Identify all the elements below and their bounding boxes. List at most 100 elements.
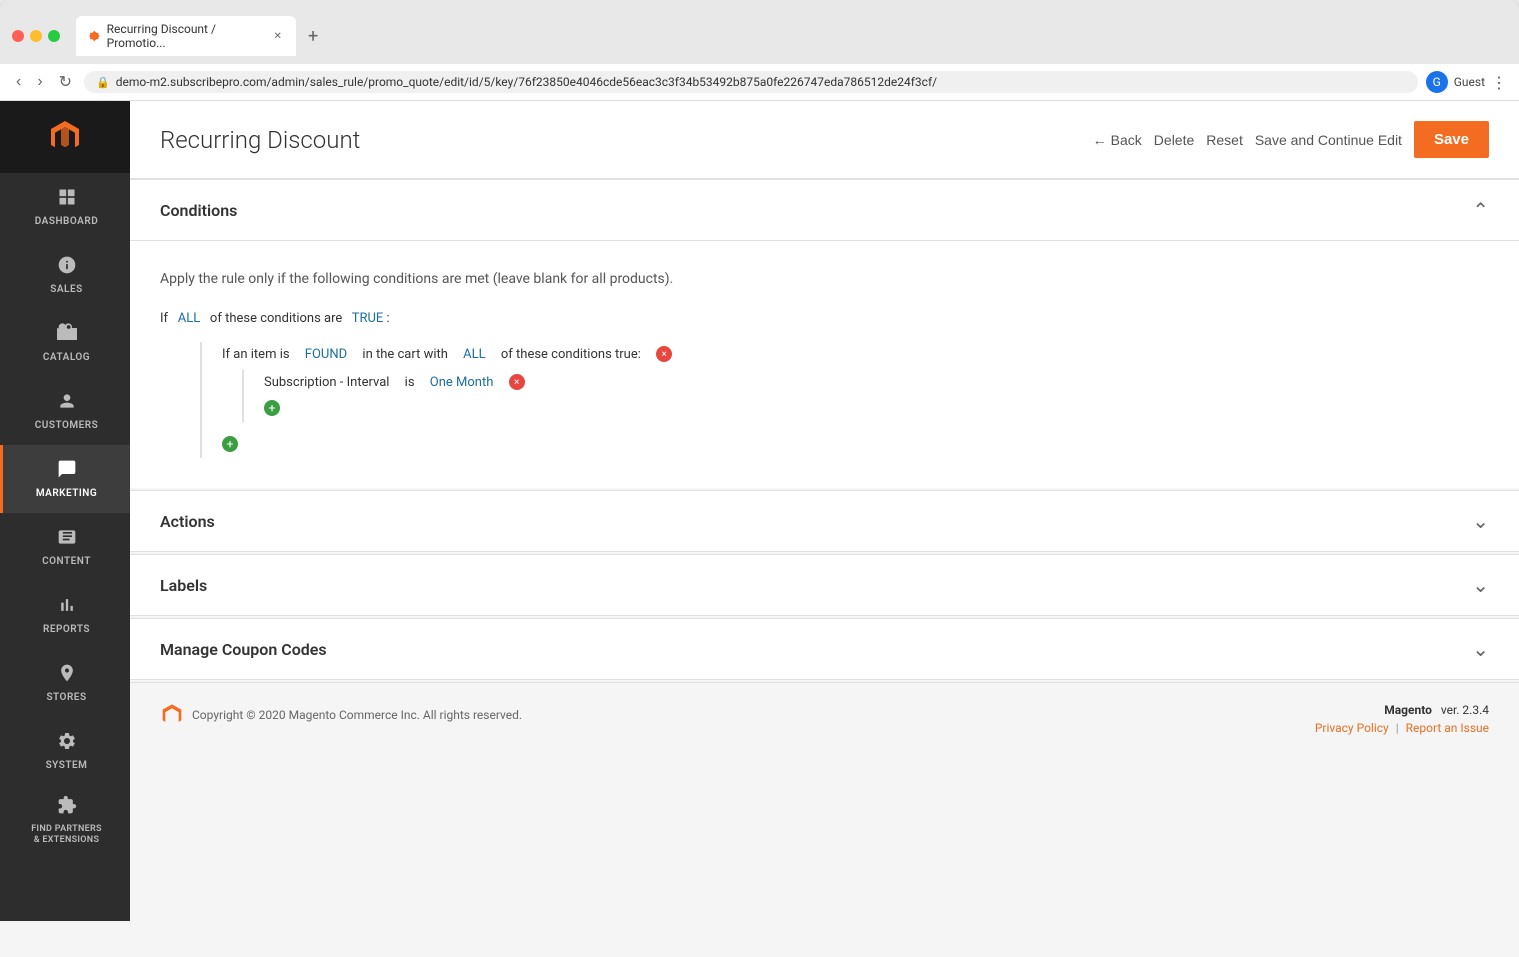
add-sub-rule-row: +	[222, 430, 1489, 458]
rule-middle-label: of these conditions are	[210, 311, 342, 326]
address-bar-row: ‹ › ↻ 🔒 demo-m2.subscribepro.com/admin/s…	[0, 64, 1519, 101]
system-icon	[57, 731, 77, 756]
sub-rule-all-link[interactable]: ALL	[463, 347, 485, 362]
page-body: Conditions ⌃ Apply the rule only if the …	[130, 179, 1519, 921]
add-condition-button[interactable]: +	[264, 400, 280, 416]
actions-header[interactable]: Actions ⌄	[130, 491, 1519, 552]
add-sub-rule-button[interactable]: +	[222, 436, 238, 452]
sub-rule-prefix: If an item is	[222, 347, 290, 362]
content-icon	[57, 527, 77, 552]
report-issue-link[interactable]: Report an Issue	[1406, 721, 1489, 735]
condition-label: Subscription - Interval	[264, 375, 389, 390]
marketing-icon	[57, 459, 77, 484]
extensions-icon	[57, 795, 77, 820]
sidebar-item-label-reports: REPORTS	[43, 624, 90, 635]
rule-all-link[interactable]: ALL	[178, 311, 200, 326]
sidebar-item-marketing[interactable]: MARKETING	[0, 445, 130, 513]
sidebar-item-system[interactable]: SYSTEM	[0, 717, 130, 785]
sidebar-item-sales[interactable]: SALES	[0, 241, 130, 309]
forward-nav-button[interactable]: ›	[33, 71, 46, 93]
labels-header[interactable]: Labels ⌄	[130, 555, 1519, 616]
tab-close-icon[interactable]: ✕	[271, 29, 284, 43]
sidebar-item-catalog[interactable]: CATALOG	[0, 309, 130, 377]
page-footer: Copyright © 2020 Magento Commerce Inc. A…	[130, 682, 1519, 755]
footer-copyright: Copyright © 2020 Magento Commerce Inc. A…	[160, 703, 522, 727]
back-nav-button[interactable]: ‹	[12, 71, 25, 93]
sidebar-item-label-sales: SALES	[50, 284, 82, 295]
remove-condition-button[interactable]: ×	[509, 374, 525, 390]
sidebar-item-label-dashboard: DASHBOARD	[35, 216, 98, 227]
url-text: demo-m2.subscribepro.com/admin/sales_rul…	[116, 75, 1406, 89]
page-title: Recurring Discount	[160, 126, 1077, 154]
condition-is: is	[405, 375, 415, 390]
sidebar-item-label-marketing: MARKETING	[36, 488, 97, 499]
copyright-text: Copyright © 2020 Magento Commerce Inc. A…	[192, 708, 522, 722]
tab-favicon	[88, 29, 101, 43]
sidebar-item-label-catalog: CATALOG	[43, 352, 90, 363]
sidebar-item-content[interactable]: CONTENT	[0, 513, 130, 581]
sidebar-item-label-stores: STORES	[46, 692, 86, 703]
app-container: DASHBOARD SALES CATALOG CUSTOMERS	[0, 101, 1519, 921]
close-button[interactable]	[12, 30, 24, 42]
conditions-title: Conditions	[160, 201, 237, 220]
conditions-main-rule: If ALL of these conditions are TRUE :	[160, 311, 1489, 326]
back-arrow-icon: ←	[1093, 132, 1107, 148]
conditions-level2: Subscription - Interval is One Month ×	[242, 370, 1489, 422]
sidebar-item-stores[interactable]: STORES	[0, 649, 130, 717]
sidebar: DASHBOARD SALES CATALOG CUSTOMERS	[0, 101, 130, 921]
reset-button[interactable]: Reset	[1206, 132, 1243, 148]
sidebar-item-customers[interactable]: CUSTOMERS	[0, 377, 130, 445]
sidebar-nav: DASHBOARD SALES CATALOG CUSTOMERS	[0, 173, 130, 856]
conditions-content: Apply the rule only if the following con…	[130, 241, 1519, 488]
sidebar-item-dashboard[interactable]: DASHBOARD	[0, 173, 130, 241]
save-button[interactable]: Save	[1414, 121, 1489, 158]
save-continue-button[interactable]: Save and Continue Edit	[1255, 132, 1402, 148]
header-actions: ← Back Delete Reset Save and Continue Ed…	[1093, 121, 1489, 158]
privacy-policy-link[interactable]: Privacy Policy	[1315, 721, 1389, 735]
dashboard-icon	[57, 187, 77, 212]
stores-icon	[57, 663, 77, 688]
sub-rule-middle: in the cart with	[362, 347, 448, 362]
rule-true-link[interactable]: TRUE	[352, 311, 384, 326]
new-tab-button[interactable]: +	[300, 22, 326, 51]
profile-icon: G	[1426, 71, 1448, 93]
actions-toggle-icon: ⌄	[1472, 509, 1489, 533]
main-content: Recurring Discount ← Back Delete Reset S…	[130, 101, 1519, 921]
profile-area: G Guest ⋮	[1426, 71, 1507, 93]
sidebar-item-find-partners[interactable]: FIND PARTNERS& EXTENSIONS	[0, 785, 130, 856]
conditions-level1: If an item is FOUND in the cart with ALL…	[200, 342, 1489, 458]
footer-right: Magento ver. 2.3.4 Privacy Policy | Repo…	[1315, 703, 1489, 735]
footer-separator: |	[1396, 721, 1399, 735]
subscription-interval-condition: Subscription - Interval is One Month ×	[264, 370, 1489, 394]
coupon-header[interactable]: Manage Coupon Codes ⌄	[130, 619, 1519, 680]
sidebar-item-label-customers: CUSTOMERS	[35, 420, 98, 431]
sub-rule-found-link[interactable]: FOUND	[305, 347, 347, 362]
delete-button[interactable]: Delete	[1154, 132, 1194, 148]
reload-button[interactable]: ↻	[55, 70, 76, 94]
sidebar-item-reports[interactable]: REPORTS	[0, 581, 130, 649]
condition-value-link[interactable]: One Month	[430, 375, 494, 390]
conditions-toggle-icon: ⌃	[1472, 198, 1489, 222]
remove-sub-rule-button[interactable]: ×	[656, 346, 672, 362]
sidebar-logo[interactable]	[0, 101, 130, 173]
active-tab[interactable]: Recurring Discount / Promotio... ✕	[76, 16, 296, 56]
labels-section: Labels ⌄	[130, 554, 1519, 616]
magento-label: Magento	[1384, 703, 1432, 717]
catalog-icon	[57, 323, 77, 348]
sidebar-item-label-system: SYSTEM	[46, 760, 88, 771]
traffic-lights	[12, 30, 60, 42]
back-button[interactable]: ← Back	[1093, 132, 1142, 148]
sidebar-item-label-content: CONTENT	[42, 556, 91, 567]
conditions-section: Conditions ⌃ Apply the rule only if the …	[130, 179, 1519, 488]
footer-links: Privacy Policy | Report an Issue	[1315, 721, 1489, 735]
minimize-button[interactable]	[30, 30, 42, 42]
fullscreen-button[interactable]	[48, 30, 60, 42]
conditions-header[interactable]: Conditions ⌃	[130, 180, 1519, 241]
page-header: Recurring Discount ← Back Delete Reset S…	[130, 101, 1519, 179]
rule-if-label: If	[160, 311, 168, 326]
customers-icon	[57, 391, 77, 416]
sidebar-item-label-find-partners: FIND PARTNERS& EXTENSIONS	[31, 824, 102, 846]
address-bar[interactable]: 🔒 demo-m2.subscribepro.com/admin/sales_r…	[84, 71, 1418, 93]
sales-icon	[57, 255, 77, 280]
browser-menu-icon[interactable]: ⋮	[1491, 73, 1507, 92]
